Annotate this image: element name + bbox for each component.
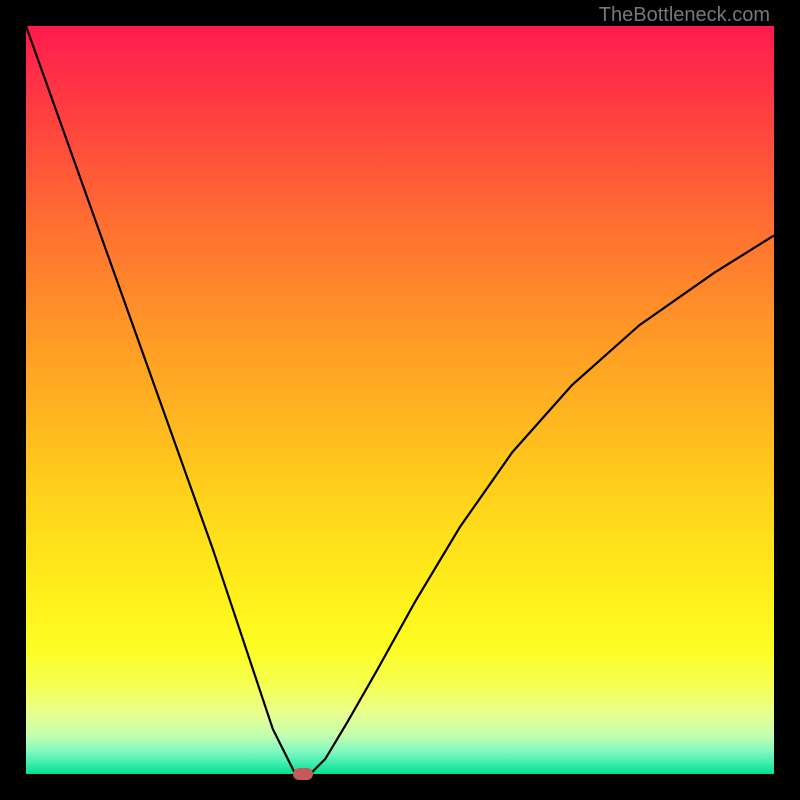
plot-area: [26, 26, 774, 774]
curve-svg: [26, 26, 774, 774]
watermark-text: TheBottleneck.com: [599, 4, 770, 27]
optimal-point-marker: [293, 768, 313, 780]
chart-container: TheBottleneck.com: [0, 0, 800, 800]
bottleneck-curve-path: [26, 26, 774, 774]
